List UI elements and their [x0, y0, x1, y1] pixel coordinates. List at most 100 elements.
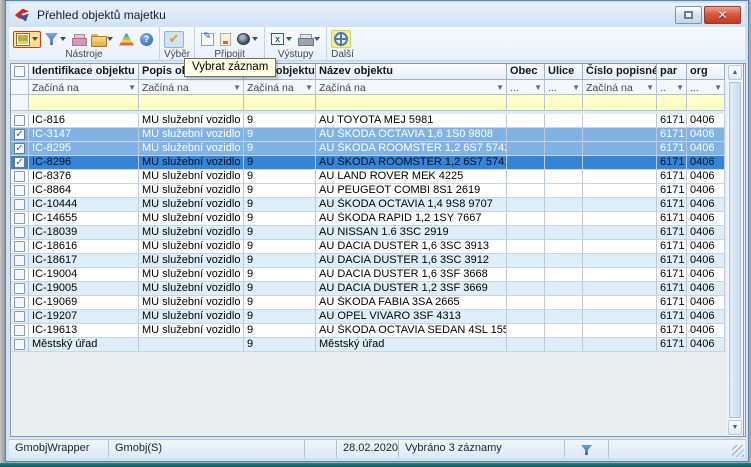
cell-nazev[interactable]: AU TOYOTA MEJ 5981: [316, 114, 507, 128]
maximize-button[interactable]: [675, 6, 702, 24]
cell-ulice[interactable]: [545, 338, 583, 352]
cell-id[interactable]: IC-8296: [29, 156, 139, 170]
cell-cislo[interactable]: [583, 212, 657, 226]
cell-druh[interactable]: 9: [244, 184, 316, 198]
cell-par[interactable]: 6171: [657, 296, 687, 310]
cell-cislo[interactable]: [583, 324, 657, 338]
cell-obec[interactable]: [507, 324, 545, 338]
cell-par[interactable]: 6171: [657, 198, 687, 212]
cell-id[interactable]: IC-8376: [29, 170, 139, 184]
scroll-up-button[interactable]: ▲: [728, 65, 742, 80]
layers-button[interactable]: [117, 32, 136, 47]
cell-ulice[interactable]: [545, 282, 583, 296]
print-button[interactable]: [296, 33, 322, 46]
cell-id[interactable]: IC-14655: [29, 212, 139, 226]
cell-ulice[interactable]: [545, 114, 583, 128]
cell-popis[interactable]: MÚ služební vozidlo: [139, 282, 244, 296]
cell-popis[interactable]: MÚ služební vozidlo: [139, 128, 244, 142]
table-row[interactable]: IC-8864MÚ služební vozidlo9AU PEUGEOT CO…: [11, 184, 745, 198]
cell-cislo[interactable]: [583, 310, 657, 324]
cell-nazev[interactable]: AU LAND ROVER MEK 4225: [316, 170, 507, 184]
cell-popis[interactable]: MÚ služební vozidlo: [139, 268, 244, 282]
cell-druh[interactable]: 9: [244, 324, 316, 338]
document-button[interactable]: [218, 32, 233, 47]
filter-input-org[interactable]: [687, 95, 725, 111]
column-header-nazev[interactable]: Název objektu: [316, 64, 507, 80]
cell-par[interactable]: 6171: [657, 226, 687, 240]
cell-ulice[interactable]: [545, 170, 583, 184]
cell-popis[interactable]: MÚ služební vozidlo: [139, 240, 244, 254]
column-header-id[interactable]: Identifikace objektu: [29, 64, 139, 80]
cell-ulice[interactable]: [545, 142, 583, 156]
excel-export-button[interactable]: x: [269, 32, 294, 46]
cell-par[interactable]: 6171: [657, 254, 687, 268]
cell-obec[interactable]: [507, 240, 545, 254]
cell-popis[interactable]: MÚ služební vozidlo: [139, 198, 244, 212]
cell-popis[interactable]: MÚ služební vozidlo: [139, 142, 244, 156]
filter-input-id[interactable]: [29, 95, 139, 111]
cell-obec[interactable]: [507, 338, 545, 352]
filter-operator-par[interactable]: ..▼: [657, 80, 687, 95]
cell-obec[interactable]: [507, 198, 545, 212]
cell-id[interactable]: IC-18617: [29, 254, 139, 268]
cell-ulice[interactable]: [545, 324, 583, 338]
table-row[interactable]: IC-8295MÚ služební vozidlo9AU ŠKODA ROOM…: [11, 142, 745, 156]
filter-operator-cislo[interactable]: Začíná na▼: [583, 80, 657, 95]
cell-id[interactable]: IC-8295: [29, 142, 139, 156]
cell-obec[interactable]: [507, 268, 545, 282]
cell-ulice[interactable]: [545, 254, 583, 268]
cell-druh[interactable]: 9: [244, 338, 316, 352]
cell-cislo[interactable]: [583, 142, 657, 156]
cell-popis[interactable]: MÚ služební vozidlo: [139, 184, 244, 198]
cell-par[interactable]: 6171: [657, 184, 687, 198]
cell-nazev[interactable]: AU DACIA DUSTER 1,2 3SF 3669: [316, 282, 507, 296]
cell-druh[interactable]: 9: [244, 310, 316, 324]
row-checkbox[interactable]: [11, 114, 29, 128]
cell-nazev[interactable]: AU DACIA DUSTER 1,6 3SC 3912: [316, 254, 507, 268]
cell-id[interactable]: IC-19005: [29, 282, 139, 296]
cell-ulice[interactable]: [545, 296, 583, 310]
cell-org[interactable]: 0406: [687, 156, 725, 170]
cell-ulice[interactable]: [545, 128, 583, 142]
cell-druh[interactable]: 9: [244, 226, 316, 240]
table-row[interactable]: IC-18039MÚ služební vozidlo9AU NISSAN 1.…: [11, 226, 745, 240]
cell-druh[interactable]: 9: [244, 170, 316, 184]
row-checkbox[interactable]: [11, 310, 29, 324]
row-checkbox[interactable]: [11, 198, 29, 212]
print-link-button[interactable]: [70, 33, 87, 46]
column-header-org[interactable]: org: [687, 64, 725, 80]
row-checkbox[interactable]: [11, 128, 29, 142]
cell-org[interactable]: 0406: [687, 198, 725, 212]
table-row[interactable]: IC-8376MÚ služební vozidlo9AU LAND ROVER…: [11, 170, 745, 184]
cell-obec[interactable]: [507, 310, 545, 324]
table-row[interactable]: IC-19069MÚ služební vozidlo9AU ŠKODA FAB…: [11, 296, 745, 310]
cell-druh[interactable]: 9: [244, 198, 316, 212]
filter-operator-druh[interactable]: Začíná na▼: [244, 80, 316, 95]
cell-druh[interactable]: 9: [244, 240, 316, 254]
cell-nazev[interactable]: AU DACIA DUSTER 1,6 3SC 3913: [316, 240, 507, 254]
table-row[interactable]: IC-8296MÚ služební vozidlo9AU ŠKODA ROOM…: [11, 156, 745, 170]
cell-id[interactable]: IC-19613: [29, 324, 139, 338]
select-all-checkbox[interactable]: [11, 64, 29, 80]
table-row[interactable]: IC-816MÚ služební vozidlo9AU TOYOTA MEJ …: [11, 114, 745, 128]
cell-ulice[interactable]: [545, 156, 583, 170]
table-row[interactable]: IC-3147MÚ služební vozidlo9AU ŠKODA OCTA…: [11, 128, 745, 142]
cell-obec[interactable]: [507, 282, 545, 296]
cell-obec[interactable]: [507, 156, 545, 170]
cell-par[interactable]: 6171: [657, 212, 687, 226]
cell-nazev[interactable]: AU ŠKODA OCTAVIA 1,4 9S8 9707: [316, 198, 507, 212]
cell-ulice[interactable]: [545, 310, 583, 324]
cell-nazev[interactable]: AU ŠKODA RAPID 1,2 1SY 7667: [316, 212, 507, 226]
select-record-button[interactable]: ✔: [164, 31, 184, 48]
cell-nazev[interactable]: AU DACIA DUSTER 1,6 3SF 3668: [316, 268, 507, 282]
cell-par[interactable]: 6171: [657, 128, 687, 142]
cell-id[interactable]: IC-3147: [29, 128, 139, 142]
row-checkbox[interactable]: [11, 282, 29, 296]
table-row[interactable]: IC-18617MÚ služební vozidlo9AU DACIA DUS…: [11, 254, 745, 268]
cell-cislo[interactable]: [583, 296, 657, 310]
cell-cislo[interactable]: [583, 128, 657, 142]
cell-org[interactable]: 0406: [687, 254, 725, 268]
cell-obec[interactable]: [507, 114, 545, 128]
cell-cislo[interactable]: [583, 114, 657, 128]
filter-operator-id[interactable]: Začíná na▼: [29, 80, 139, 95]
